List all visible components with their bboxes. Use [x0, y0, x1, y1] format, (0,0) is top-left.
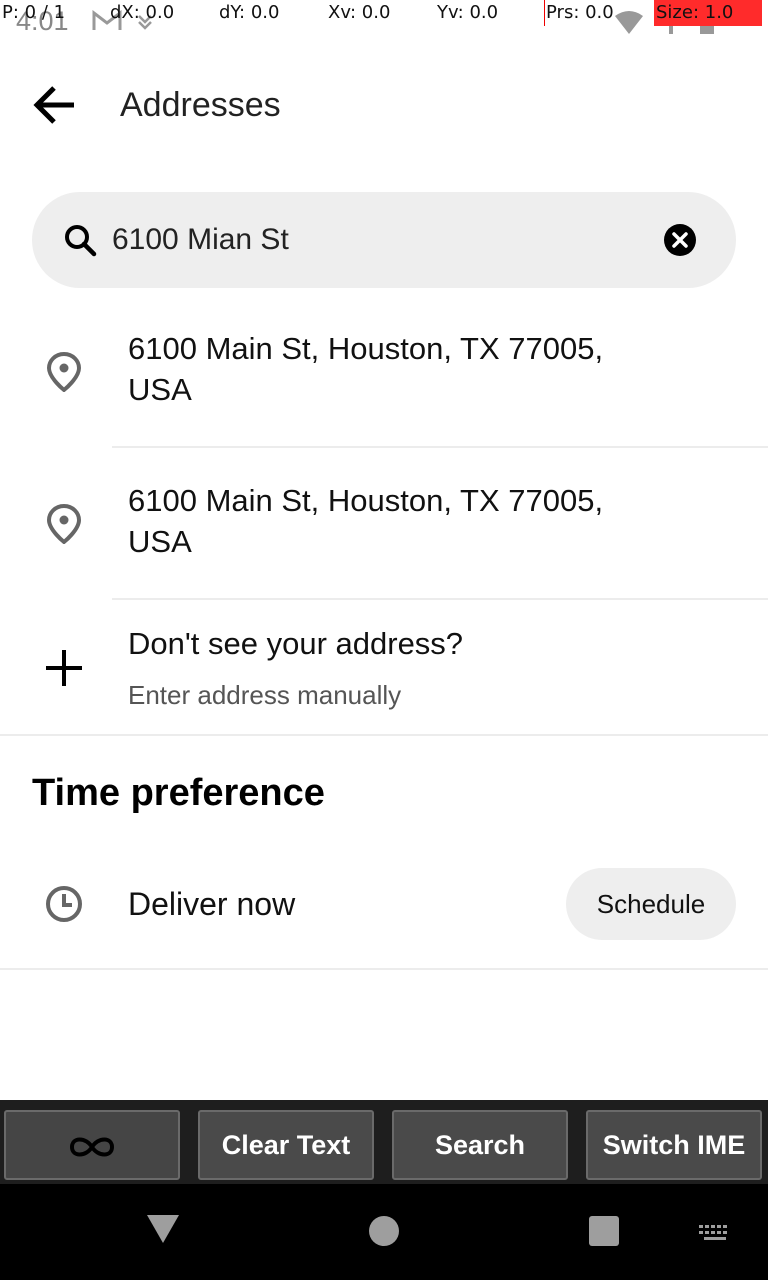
address-line-2: USA: [128, 524, 192, 559]
section-divider: [0, 734, 768, 736]
search-input[interactable]: [112, 216, 652, 264]
manual-entry-subtitle: Enter address manually: [128, 680, 402, 710]
overlay-dx: dX: 0.0: [110, 2, 175, 23]
search-icon: [65, 225, 97, 257]
back-triangle-icon[interactable]: [146, 1214, 180, 1244]
overlay-dy: dY: 0.0: [219, 2, 280, 23]
keyboard-icon[interactable]: [698, 1224, 732, 1242]
pointer-location-overlay: P: 0 / 1 dX: 0.0 dY: 0.0 Xv: 0.0 Yv: 0.0…: [0, 0, 768, 26]
ime-toolbar: Clear Text Search Switch IME: [0, 1100, 768, 1184]
time-preference-title: Time preference: [32, 772, 325, 814]
location-pin-icon: [46, 352, 82, 392]
location-pin-icon: [46, 504, 82, 544]
overlay-xv: Xv: 0.0: [328, 2, 391, 23]
switch-ime-button[interactable]: Switch IME: [586, 1110, 762, 1180]
divider: [112, 598, 768, 600]
app-header: Addresses: [0, 60, 768, 150]
address-line-1: 6100 Main St, Houston, TX 77005,: [128, 331, 604, 366]
clear-text-button[interactable]: Clear Text: [198, 1110, 374, 1180]
home-circle-icon[interactable]: [369, 1216, 399, 1246]
search-button[interactable]: Search: [392, 1110, 568, 1180]
system-nav-bar: [0, 1184, 768, 1280]
overlay-pressure: Prs: 0.0: [546, 2, 614, 23]
manual-entry-title: Don't see your address?: [128, 626, 464, 661]
infinity-button[interactable]: [4, 1110, 180, 1180]
page-title: Addresses: [120, 86, 281, 124]
address-result-1[interactable]: 6100 Main St, Houston, TX 77005, USA: [0, 300, 768, 448]
deliver-now-label: Deliver now: [128, 886, 296, 922]
address-result-2[interactable]: 6100 Main St, Houston, TX 77005, USA: [0, 452, 768, 598]
recents-square-icon[interactable]: [589, 1216, 619, 1246]
divider: [112, 446, 768, 448]
overlay-pointer: P: 0 / 1: [2, 2, 66, 23]
clock-icon: [46, 886, 82, 922]
section-divider: [0, 968, 768, 970]
close-icon: [672, 232, 688, 248]
plus-icon: [46, 650, 82, 686]
infinity-icon: [69, 1137, 115, 1157]
manual-address-entry[interactable]: Don't see your address? Enter address ma…: [0, 604, 768, 734]
back-button[interactable]: [28, 80, 84, 130]
clear-search-button[interactable]: [664, 224, 696, 256]
arrow-left-icon: [33, 86, 74, 124]
overlay-marker: [544, 0, 545, 26]
address-result-text: 6100 Main St, Houston, TX 77005, USA: [128, 480, 688, 562]
overlay-size: Size: 1.0: [654, 0, 762, 26]
overlay-yv: Yv: 0.0: [437, 2, 499, 23]
schedule-button[interactable]: Schedule: [566, 868, 736, 940]
search-bar: [32, 192, 736, 288]
address-line-1: 6100 Main St, Houston, TX 77005,: [128, 483, 604, 518]
address-result-text: 6100 Main St, Houston, TX 77005, USA: [128, 328, 688, 410]
address-line-2: USA: [128, 372, 192, 407]
